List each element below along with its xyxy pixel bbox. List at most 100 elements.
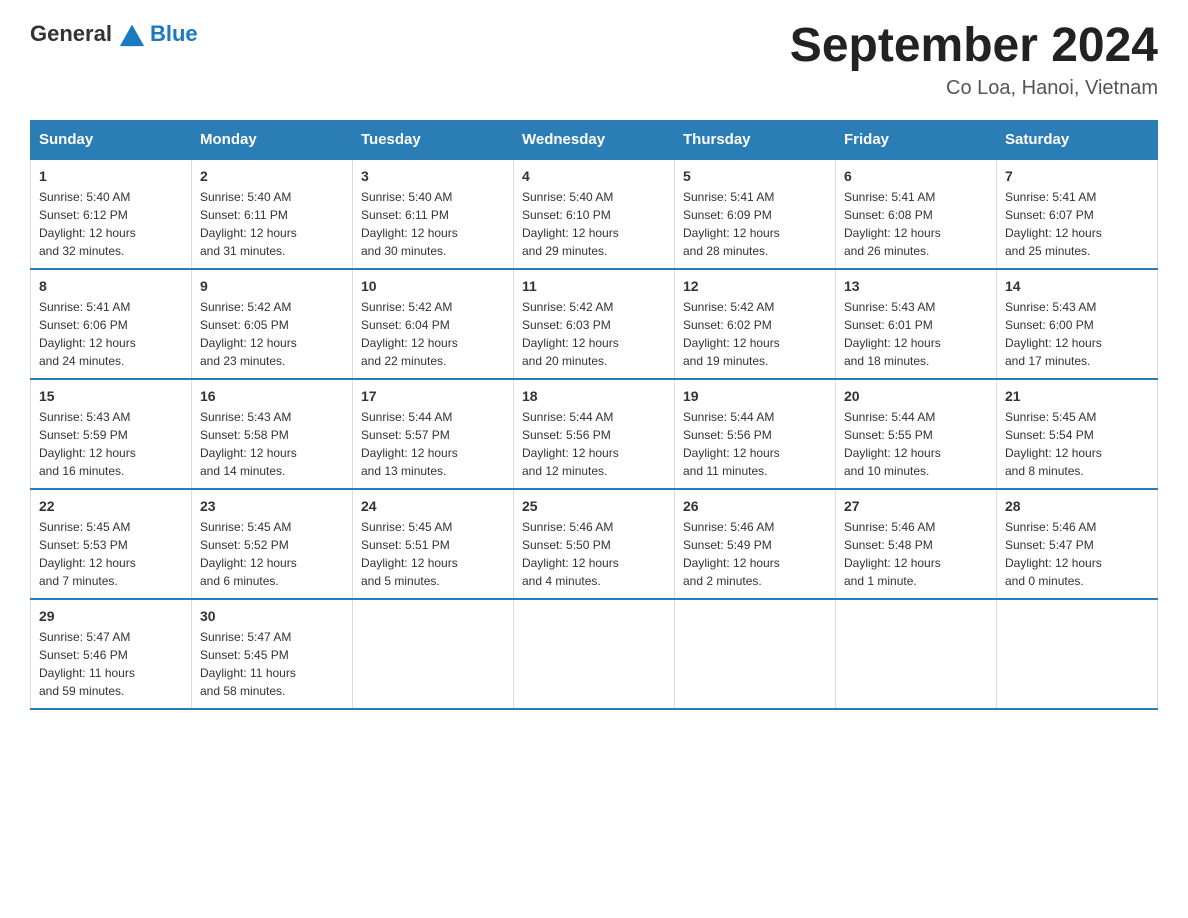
calendar-cell: 2 Sunrise: 5:40 AM Sunset: 6:11 PM Daylig… (192, 159, 353, 269)
day-info: Sunrise: 5:45 AM Sunset: 5:52 PM Dayligh… (200, 518, 344, 590)
calendar-week-2: 8Sunrise: 5:41 AM Sunset: 6:06 PM Daylig… (31, 269, 1158, 379)
location-subtitle: Co Loa, Hanoi, Vietnam (790, 77, 1158, 100)
day-number: 7 (1005, 168, 1149, 184)
calendar-week-5: 29Sunrise: 5:47 AM Sunset: 5:46 PM Dayli… (31, 599, 1158, 709)
calendar-cell: 5 Sunrise: 5:41 AM Sunset: 6:09 PM Daylig… (675, 159, 836, 269)
calendar-cell: 3Sunrise: 5:40 AM Sunset: 6:11 PM Daylig… (353, 159, 514, 269)
day-number: 22 (39, 498, 183, 514)
day-number: 9 (200, 278, 344, 294)
day-info: Sunrise: 5:41 AM Sunset: 6:06 PM Dayligh… (39, 298, 183, 370)
day-info: Sunrise: 5:40 AM Sunset: 6:11 PM Dayligh… (200, 188, 344, 260)
calendar-cell: 22 Sunrise: 5:45 AM Sunset: 5:53 PM Dayli… (31, 489, 192, 599)
logo-blue-text: Blue (150, 21, 198, 47)
calendar-week-1: 1Sunrise: 5:40 AM Sunset: 6:12 PM Daylig… (31, 159, 1158, 269)
calendar-cell (675, 599, 836, 709)
calendar-cell: 15 Sunrise: 5:43 AM Sunset: 5:59 PM Dayli… (31, 379, 192, 489)
day-number: 21 (1005, 388, 1149, 404)
day-number: 12 (683, 278, 827, 294)
day-number: 27 (844, 498, 988, 514)
day-info: Sunrise: 5:41 AM Sunset: 6:09 PM Dayligh… (683, 188, 827, 260)
day-number: 20 (844, 388, 988, 404)
day-number: 23 (200, 498, 344, 514)
day-number: 29 (39, 608, 183, 624)
calendar-cell: 14 Sunrise: 5:43 AM Sunset: 6:00 PM Dayli… (997, 269, 1158, 379)
calendar-body: 1Sunrise: 5:40 AM Sunset: 6:12 PM Daylig… (31, 159, 1158, 709)
calendar-cell: 18 Sunrise: 5:44 AM Sunset: 5:56 PM Dayli… (514, 379, 675, 489)
calendar-cell: 26 Sunrise: 5:46 AM Sunset: 5:49 PM Dayli… (675, 489, 836, 599)
calendar-cell: 19Sunrise: 5:44 AM Sunset: 5:56 PM Dayli… (675, 379, 836, 489)
day-number: 14 (1005, 278, 1149, 294)
col-thursday: Thursday (675, 120, 836, 159)
day-number: 16 (200, 388, 344, 404)
day-info: Sunrise: 5:43 AM Sunset: 6:00 PM Dayligh… (1005, 298, 1149, 370)
day-number: 2 (200, 168, 344, 184)
header-row: Sunday Monday Tuesday Wednesday Thursday… (31, 120, 1158, 159)
calendar-cell: 23 Sunrise: 5:45 AM Sunset: 5:52 PM Dayli… (192, 489, 353, 599)
calendar-cell (514, 599, 675, 709)
logo-general-text: General (30, 21, 112, 47)
col-sunday: Sunday (31, 120, 192, 159)
day-number: 18 (522, 388, 666, 404)
day-info: Sunrise: 5:42 AM Sunset: 6:02 PM Dayligh… (683, 298, 827, 370)
calendar-cell: 27 Sunrise: 5:46 AM Sunset: 5:48 PM Dayli… (836, 489, 997, 599)
day-info: Sunrise: 5:44 AM Sunset: 5:55 PM Dayligh… (844, 408, 988, 480)
calendar-cell: 13 Sunrise: 5:43 AM Sunset: 6:01 PM Dayli… (836, 269, 997, 379)
col-friday: Friday (836, 120, 997, 159)
day-info: Sunrise: 5:46 AM Sunset: 5:48 PM Dayligh… (844, 518, 988, 590)
calendar-cell: 28 Sunrise: 5:46 AM Sunset: 5:47 PM Dayli… (997, 489, 1158, 599)
day-info: Sunrise: 5:40 AM Sunset: 6:11 PM Dayligh… (361, 188, 505, 260)
day-info: Sunrise: 5:42 AM Sunset: 6:03 PM Dayligh… (522, 298, 666, 370)
col-tuesday: Tuesday (353, 120, 514, 159)
col-wednesday: Wednesday (514, 120, 675, 159)
day-number: 24 (361, 498, 505, 514)
day-info: Sunrise: 5:42 AM Sunset: 6:04 PM Dayligh… (361, 298, 505, 370)
day-info: Sunrise: 5:45 AM Sunset: 5:54 PM Dayligh… (1005, 408, 1149, 480)
col-saturday: Saturday (997, 120, 1158, 159)
calendar-cell: 16 Sunrise: 5:43 AM Sunset: 5:58 PM Dayli… (192, 379, 353, 489)
day-number: 5 (683, 168, 827, 184)
day-info: Sunrise: 5:43 AM Sunset: 6:01 PM Dayligh… (844, 298, 988, 370)
day-info: Sunrise: 5:44 AM Sunset: 5:56 PM Dayligh… (522, 408, 666, 480)
day-number: 17 (361, 388, 505, 404)
day-number: 6 (844, 168, 988, 184)
day-number: 13 (844, 278, 988, 294)
calendar-cell (353, 599, 514, 709)
calendar-cell: 21 Sunrise: 5:45 AM Sunset: 5:54 PM Dayli… (997, 379, 1158, 489)
day-info: Sunrise: 5:46 AM Sunset: 5:50 PM Dayligh… (522, 518, 666, 590)
day-info: Sunrise: 5:46 AM Sunset: 5:47 PM Dayligh… (1005, 518, 1149, 590)
day-info: Sunrise: 5:45 AM Sunset: 5:53 PM Dayligh… (39, 518, 183, 590)
day-number: 15 (39, 388, 183, 404)
day-info: Sunrise: 5:40 AM Sunset: 6:10 PM Dayligh… (522, 188, 666, 260)
month-title: September 2024 (790, 20, 1158, 73)
day-number: 26 (683, 498, 827, 514)
calendar-cell: 7 Sunrise: 5:41 AM Sunset: 6:07 PM Daylig… (997, 159, 1158, 269)
calendar-cell: 12 Sunrise: 5:42 AM Sunset: 6:02 PM Dayli… (675, 269, 836, 379)
calendar-cell: 11Sunrise: 5:42 AM Sunset: 6:03 PM Dayli… (514, 269, 675, 379)
day-number: 4 (522, 168, 666, 184)
day-info: Sunrise: 5:46 AM Sunset: 5:49 PM Dayligh… (683, 518, 827, 590)
day-number: 10 (361, 278, 505, 294)
day-info: Sunrise: 5:43 AM Sunset: 5:58 PM Dayligh… (200, 408, 344, 480)
day-info: Sunrise: 5:41 AM Sunset: 6:08 PM Dayligh… (844, 188, 988, 260)
calendar-cell: 30Sunrise: 5:47 AM Sunset: 5:45 PM Dayli… (192, 599, 353, 709)
day-info: Sunrise: 5:43 AM Sunset: 5:59 PM Dayligh… (39, 408, 183, 480)
calendar-cell: 17Sunrise: 5:44 AM Sunset: 5:57 PM Dayli… (353, 379, 514, 489)
calendar-cell (997, 599, 1158, 709)
day-info: Sunrise: 5:41 AM Sunset: 6:07 PM Dayligh… (1005, 188, 1149, 260)
calendar-cell (836, 599, 997, 709)
day-info: Sunrise: 5:40 AM Sunset: 6:12 PM Dayligh… (39, 188, 183, 260)
calendar-week-4: 22 Sunrise: 5:45 AM Sunset: 5:53 PM Dayli… (31, 489, 1158, 599)
day-number: 28 (1005, 498, 1149, 514)
col-monday: Monday (192, 120, 353, 159)
day-number: 25 (522, 498, 666, 514)
calendar-table: Sunday Monday Tuesday Wednesday Thursday… (30, 120, 1158, 710)
calendar-cell: 4 Sunrise: 5:40 AM Sunset: 6:10 PM Daylig… (514, 159, 675, 269)
title-block: September 2024 Co Loa, Hanoi, Vietnam (790, 20, 1158, 100)
day-info: Sunrise: 5:44 AM Sunset: 5:56 PM Dayligh… (683, 408, 827, 480)
calendar-cell: 25 Sunrise: 5:46 AM Sunset: 5:50 PM Dayli… (514, 489, 675, 599)
calendar-cell: 6 Sunrise: 5:41 AM Sunset: 6:08 PM Daylig… (836, 159, 997, 269)
calendar-cell: 24Sunrise: 5:45 AM Sunset: 5:51 PM Dayli… (353, 489, 514, 599)
day-number: 30 (200, 608, 344, 624)
calendar-cell: 8Sunrise: 5:41 AM Sunset: 6:06 PM Daylig… (31, 269, 192, 379)
day-info: Sunrise: 5:42 AM Sunset: 6:05 PM Dayligh… (200, 298, 344, 370)
